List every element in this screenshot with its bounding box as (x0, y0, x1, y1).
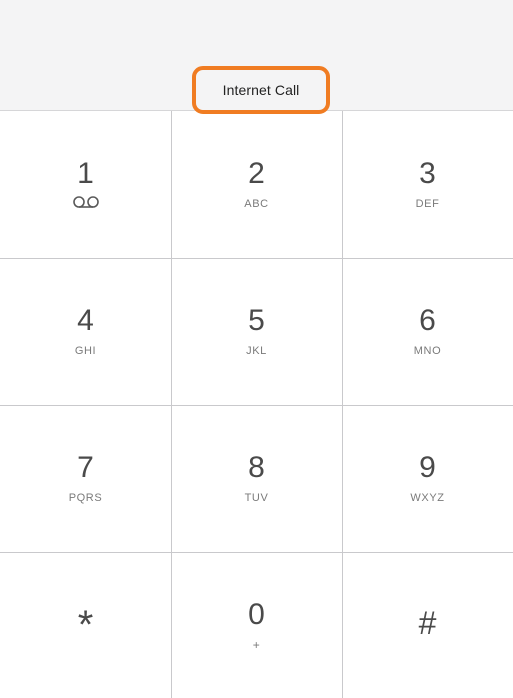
key-symbol: # (418, 605, 437, 641)
key-digit: 5 (248, 304, 265, 337)
key-letters: MNO (413, 345, 442, 357)
internet-call-button[interactable]: Internet Call (192, 66, 330, 114)
key-8[interactable]: 8 TUV (171, 405, 342, 552)
dialer-screen: Internet Call 1 2 ABC 3 DEF 4 GHI 5 JKL … (0, 0, 513, 698)
key-digit: 0 (248, 598, 265, 631)
key-4[interactable]: 4 GHI (0, 258, 171, 405)
key-letters: + (252, 638, 261, 652)
key-9[interactable]: 9 WXYZ (342, 405, 513, 552)
key-digit: 6 (419, 304, 436, 337)
key-5[interactable]: 5 JKL (171, 258, 342, 405)
key-letters: WXYZ (410, 492, 445, 504)
key-letters: DEF (415, 198, 440, 210)
key-digit: 8 (248, 451, 265, 484)
key-digit: 7 (77, 451, 94, 484)
key-letters: TUV (244, 492, 269, 504)
dialer-header: Internet Call (0, 0, 513, 114)
dial-keypad: 1 2 ABC 3 DEF 4 GHI 5 JKL 6 MNO 7 PQRS 8… (0, 111, 513, 698)
key-0[interactable]: 0 + (171, 552, 342, 698)
key-digit: 1 (77, 157, 94, 190)
key-digit: 9 (419, 451, 436, 484)
key-digit: 3 (419, 157, 436, 190)
key-2[interactable]: 2 ABC (171, 111, 342, 258)
key-letters: ABC (244, 198, 269, 210)
key-star[interactable]: * (0, 552, 171, 698)
internet-call-label: Internet Call (222, 82, 300, 98)
key-letters: PQRS (68, 492, 103, 504)
key-6[interactable]: 6 MNO (342, 258, 513, 405)
voicemail-icon (72, 196, 99, 208)
key-1[interactable]: 1 (0, 111, 171, 258)
key-digit: 4 (77, 304, 94, 337)
key-3[interactable]: 3 DEF (342, 111, 513, 258)
key-symbol: * (77, 603, 94, 647)
key-7[interactable]: 7 PQRS (0, 405, 171, 552)
key-letters: GHI (74, 345, 97, 357)
key-digit: 2 (248, 157, 265, 190)
key-letters: JKL (246, 345, 267, 357)
key-hash[interactable]: # (342, 552, 513, 698)
